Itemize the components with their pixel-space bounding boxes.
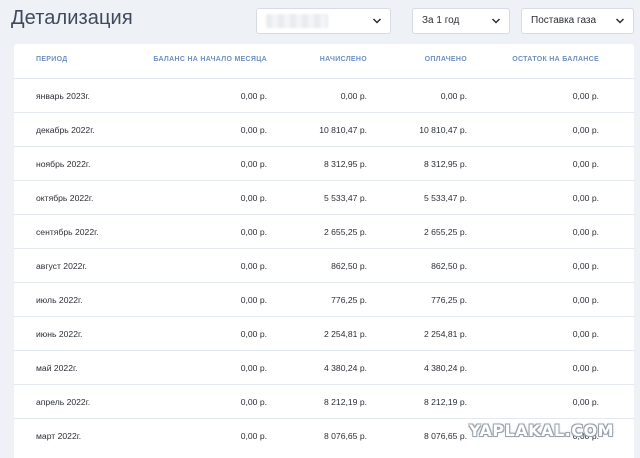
cell-opening-balance: 0,00 р. bbox=[240, 431, 267, 441]
cell-paid: 8 076,65 р. bbox=[423, 431, 467, 441]
cell-charged: 2 655,25 р. bbox=[323, 227, 367, 237]
table-row: декабрь 2022г. 0,00 р. 10 810,47 р. 10 810,… bbox=[14, 112, 634, 146]
cell-charged: 0,00 р. bbox=[340, 91, 367, 101]
cell-opening-balance: 0,00 р. bbox=[240, 159, 267, 169]
cell-period: октябрь 2022г. bbox=[36, 193, 94, 203]
table-row: август 2022г. 0,00 р. 862,50 р. 862,50 р. 0,… bbox=[14, 248, 634, 282]
chevron-down-icon bbox=[491, 18, 501, 24]
service-select[interactable]: Поставка газа bbox=[521, 8, 634, 34]
cell-charged: 776,25 р. bbox=[331, 295, 367, 305]
cell-period: сентябрь 2022г. bbox=[36, 227, 99, 237]
period-select[interactable]: За 1 год bbox=[412, 8, 510, 34]
column-header-closing-balance: Остаток на балансе bbox=[512, 56, 599, 63]
cell-charged: 8 312,95 р. bbox=[323, 159, 367, 169]
cell-closing-balance: 0,00 р. bbox=[572, 125, 599, 135]
column-header-period: Период bbox=[36, 56, 68, 63]
cell-closing-balance: 0,00 р. bbox=[572, 193, 599, 203]
cell-period: июль 2022г. bbox=[36, 295, 83, 305]
table-row: октябрь 2022г. 0,00 р. 5 533,47 р. 5 533,47… bbox=[14, 180, 634, 214]
chevron-down-icon bbox=[615, 18, 625, 24]
cell-charged: 10 810,47 р. bbox=[319, 125, 367, 135]
cell-period: август 2022г. bbox=[36, 261, 87, 271]
cell-closing-balance: 0,00 р. bbox=[572, 397, 599, 407]
table-row: июль 2022г. 0,00 р. 776,25 р. 776,25 р. 0,00… bbox=[14, 282, 634, 316]
cell-opening-balance: 0,00 р. bbox=[240, 329, 267, 339]
cell-period: ноябрь 2022г. bbox=[36, 159, 91, 169]
cell-closing-balance: 0,00 р. bbox=[572, 227, 599, 237]
cell-opening-balance: 0,00 р. bbox=[240, 295, 267, 305]
cell-paid: 0,00 р. bbox=[440, 91, 467, 101]
cell-closing-balance: 0,00 р. bbox=[572, 159, 599, 169]
watermark: YAPLAKAL.COM bbox=[468, 421, 614, 440]
cell-paid: 4 380,24 р. bbox=[423, 363, 467, 373]
cell-paid: 5 533,47 р. bbox=[423, 193, 467, 203]
table-header: Период Баланс на начало месяца Начислено… bbox=[14, 44, 634, 78]
cell-period: декабрь 2022г. bbox=[36, 125, 95, 135]
cell-opening-balance: 0,00 р. bbox=[240, 125, 267, 135]
period-select-value: За 1 год bbox=[422, 15, 460, 26]
details-table-card: Период Баланс на начало месяца Начислено… bbox=[14, 44, 634, 458]
table-row: июнь 2022г. 0,00 р. 2 254,81 р. 2 254,81 р.… bbox=[14, 316, 634, 350]
cell-period: январь 2023г. bbox=[36, 91, 90, 101]
cell-opening-balance: 0,00 р. bbox=[240, 261, 267, 271]
cell-charged: 4 380,24 р. bbox=[323, 363, 367, 373]
service-select-value: Поставка газа bbox=[531, 15, 597, 26]
header-bar: Детализация За 1 год Поставка газа bbox=[0, 0, 640, 40]
cell-paid: 776,25 р. bbox=[431, 295, 467, 305]
cell-period: май 2022г. bbox=[36, 363, 78, 373]
cell-opening-balance: 0,00 р. bbox=[240, 397, 267, 407]
cell-charged: 2 254,81 р. bbox=[323, 329, 367, 339]
cell-closing-balance: 0,00 р. bbox=[572, 295, 599, 305]
cell-charged: 8 212,19 р. bbox=[323, 397, 367, 407]
cell-paid: 862,50 р. bbox=[431, 261, 467, 271]
cell-closing-balance: 0,00 р. bbox=[572, 363, 599, 373]
column-header-charged: Начислено bbox=[319, 56, 367, 63]
cell-closing-balance: 0,00 р. bbox=[572, 329, 599, 339]
cell-closing-balance: 0,00 р. bbox=[572, 91, 599, 101]
table-row: январь 2023г. 0,00 р. 0,00 р. 0,00 р. 0,00 р… bbox=[14, 78, 634, 112]
cell-charged: 862,50 р. bbox=[331, 261, 367, 271]
cell-closing-balance: 0,00 р. bbox=[572, 261, 599, 271]
cell-charged: 5 533,47 р. bbox=[323, 193, 367, 203]
cell-paid: 8 212,19 р. bbox=[423, 397, 467, 407]
account-value-redacted bbox=[266, 14, 328, 28]
table-row: ноябрь 2022г. 0,00 р. 8 312,95 р. 8 312,95 … bbox=[14, 146, 634, 180]
column-header-paid: Оплачено bbox=[424, 56, 467, 63]
cell-paid: 2 254,81 р. bbox=[423, 329, 467, 339]
cell-opening-balance: 0,00 р. bbox=[240, 227, 267, 237]
chevron-down-icon bbox=[372, 18, 382, 24]
cell-opening-balance: 0,00 р. bbox=[240, 193, 267, 203]
cell-period: март 2022г. bbox=[36, 431, 82, 441]
cell-period: июнь 2022г. bbox=[36, 329, 83, 339]
table-row: сентябрь 2022г. 0,00 р. 2 655,25 р. 2 655,2… bbox=[14, 214, 634, 248]
account-select[interactable] bbox=[256, 8, 391, 34]
cell-paid: 10 810,47 р. bbox=[419, 125, 467, 135]
cell-period: апрель 2022г. bbox=[36, 397, 91, 407]
table-body: январь 2023г. 0,00 р. 0,00 р. 0,00 р. 0,00 р… bbox=[14, 78, 634, 452]
column-header-opening-balance: Баланс на начало месяца bbox=[153, 56, 267, 63]
table-row: апрель 2022г. 0,00 р. 8 212,19 р. 8 212,19 … bbox=[14, 384, 634, 418]
cell-opening-balance: 0,00 р. bbox=[240, 363, 267, 373]
page-title: Детализация bbox=[11, 7, 133, 29]
table-row: май 2022г. 0,00 р. 4 380,24 р. 4 380,24 р. 0… bbox=[14, 350, 634, 384]
cell-opening-balance: 0,00 р. bbox=[240, 91, 267, 101]
cell-paid: 8 312,95 р. bbox=[423, 159, 467, 169]
cell-charged: 8 076,65 р. bbox=[323, 431, 367, 441]
cell-paid: 2 655,25 р. bbox=[423, 227, 467, 237]
